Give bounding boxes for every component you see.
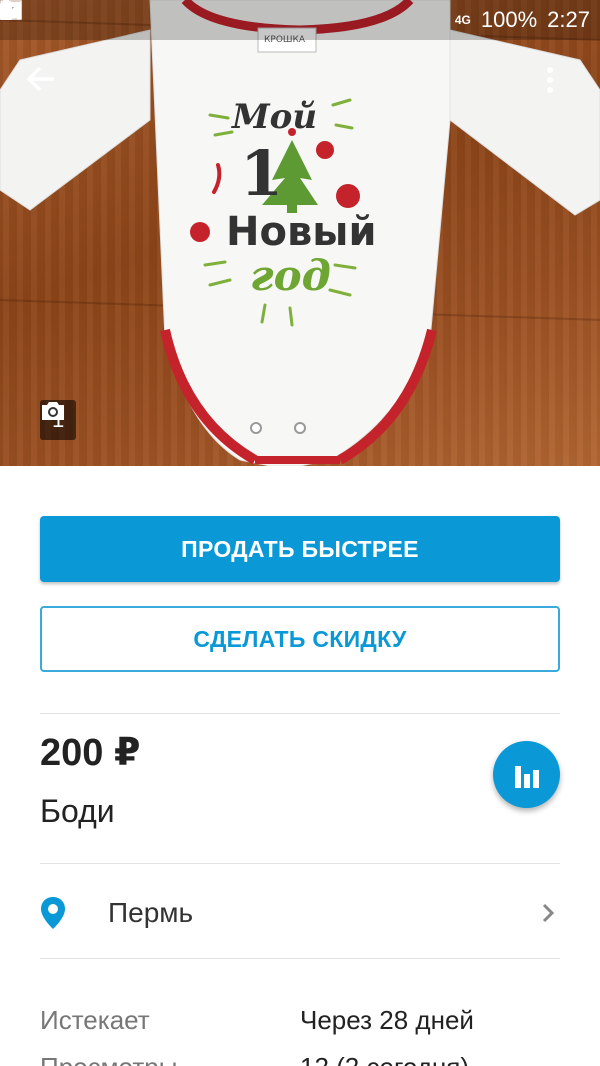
detail-row-expires: Истекает Через 28 дней — [40, 1005, 560, 1036]
listing-title: Боди — [40, 793, 115, 829]
divider — [40, 713, 560, 714]
detail-row-views: Просмотры 12 (2 сегодня) — [40, 1052, 560, 1066]
detail-value: 12 (2 сегодня) — [300, 1052, 469, 1066]
chevron-right-icon — [536, 901, 560, 925]
battery-icon — [0, 0, 12, 20]
status-bar: 4G 100% 2:27 — [0, 0, 600, 40]
detail-value: Через 28 дней — [300, 1005, 474, 1035]
divider — [40, 958, 560, 959]
bar-chart-icon — [514, 765, 539, 788]
arrow-back-icon — [26, 66, 54, 92]
detail-label: Просмотры — [40, 1052, 300, 1066]
print-line-4: год — [250, 251, 331, 300]
bodysuit-image: Мой 1 Новый год КРОШКА — [0, 0, 600, 466]
location-pin-icon — [40, 893, 80, 933]
statistics-button[interactable] — [493, 741, 560, 808]
camera-icon — [42, 402, 64, 420]
sell-faster-button[interactable]: ПРОДАТЬ БЫСТРЕЕ — [40, 516, 560, 582]
battery-level: 100% — [480, 7, 538, 32]
back-button[interactable] — [26, 66, 70, 110]
listing-price: 200 ₽ — [40, 732, 141, 774]
divider — [40, 863, 560, 864]
more-vertical-icon — [547, 67, 553, 93]
more-options-button[interactable] — [546, 66, 578, 110]
clock: 2:27 — [547, 7, 590, 32]
location-row[interactable]: Пермь — [40, 868, 560, 958]
location-name: Пермь — [108, 897, 194, 928]
print-line-3: Новый — [226, 209, 376, 255]
listing-photo[interactable]: Мой 1 Новый год КРОШКА 4G 100% 2:27 — [0, 0, 600, 466]
print-line-2: 1 — [240, 137, 283, 210]
photo-counter[interactable]: 1 — [40, 400, 77, 440]
print-line-1: Мой — [231, 97, 317, 137]
network-type: 4G — [454, 13, 471, 27]
detail-label: Истекает — [40, 1005, 150, 1035]
make-discount-button[interactable]: СДЕЛАТЬ СКИДКУ — [40, 606, 560, 672]
